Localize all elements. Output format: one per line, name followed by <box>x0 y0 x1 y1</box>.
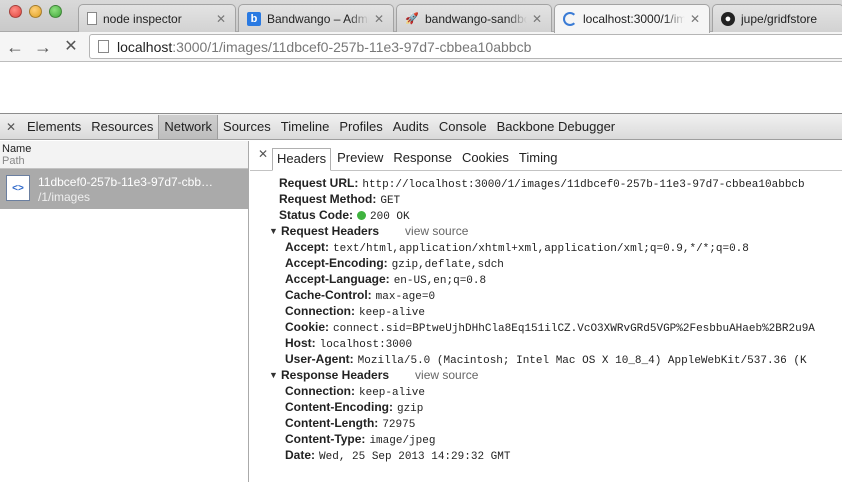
stop-loading-icon[interactable]: ✕ <box>61 37 81 57</box>
header-row: Connection: keep-alive <box>285 304 426 319</box>
page-icon <box>87 12 97 25</box>
request-list-header[interactable]: Name Path <box>0 141 248 169</box>
detail-tab-bar: ✕ Headers Preview Response Cookies Timin… <box>250 141 842 171</box>
devtools-tab-resources[interactable]: Resources <box>86 115 158 139</box>
header-row: Content-Length: 72975 <box>285 416 416 431</box>
column-header-name[interactable]: Name <box>2 143 248 155</box>
close-devtools-icon[interactable]: ✕ <box>0 120 22 134</box>
devtools-tab-elements[interactable]: Elements <box>22 115 86 139</box>
column-header-path: Path <box>2 155 25 167</box>
window-zoom-button[interactable] <box>49 5 62 18</box>
headers-content: Request URL: http://localhost:3000/1/imag… <box>250 171 842 463</box>
header-row: Date: Wed, 25 Sep 2013 14:29:32 GMT <box>285 448 511 463</box>
detail-tab-timing[interactable]: Timing <box>515 148 562 170</box>
page-icon <box>98 40 109 53</box>
browser-tab-bandwango-sandbox[interactable]: 🚀 bandwango-sandbox ✕ <box>396 4 552 32</box>
header-row: Content-Type: image/jpeg <box>285 432 436 447</box>
devtools-tab-audits[interactable]: Audits <box>388 115 434 139</box>
view-source-link[interactable]: view source <box>405 223 468 239</box>
devtools-tab-sources[interactable]: Sources <box>218 115 276 139</box>
header-row: Host: localhost:3000 <box>285 336 413 351</box>
detail-tab-headers[interactable]: Headers <box>272 148 332 171</box>
response-headers-section[interactable]: ▼ Response Headers view source <box>250 367 842 383</box>
tab-title: node inspector <box>103 11 182 26</box>
header-row: User-Agent: Mozilla/5.0 (Macintosh; Intel… <box>285 352 807 367</box>
header-row: Cookie: connect.sid=BPtweUjhDHhCla8Eq151i… <box>285 320 815 335</box>
browser-tab-localhost[interactable]: localhost:3000/1/images ✕ <box>554 4 710 33</box>
status-ok-icon <box>357 211 367 220</box>
devtools-tab-console[interactable]: Console <box>434 115 492 139</box>
disclosure-triangle-icon[interactable]: ▼ <box>269 223 281 239</box>
network-request-list: Name Path <> 11dbcef0-257b-11e3-97d7-cbb… <box>0 141 249 482</box>
request-detail-pane: ✕ Headers Preview Response Cookies Timin… <box>250 141 842 482</box>
window-close-button[interactable] <box>9 5 22 18</box>
forward-arrow-icon[interactable]: → <box>33 37 53 57</box>
header-row: Connection: keep-alive <box>285 384 426 399</box>
github-icon: ● <box>721 11 735 26</box>
request-path: /1/images <box>38 190 91 204</box>
tab-title: Bandwango – Admin <box>267 11 369 26</box>
browser-tab-strip: node inspector ✕ b Bandwango – Admin ✕ 🚀… <box>0 0 842 33</box>
rocket-icon: 🚀 <box>405 13 419 25</box>
header-row: Content-Encoding: gzip <box>285 400 424 415</box>
detail-tab-preview[interactable]: Preview <box>333 148 387 170</box>
devtools-tab-timeline[interactable]: Timeline <box>276 115 335 139</box>
header-row: Cache-Control: max-age=0 <box>285 288 436 303</box>
tab-close-icon[interactable]: ✕ <box>531 12 543 26</box>
devtools-tab-network[interactable]: Network <box>158 114 219 139</box>
window-minimize-button[interactable] <box>29 5 42 18</box>
html-document-icon: <> <box>6 175 30 201</box>
b-logo-icon: b <box>247 11 261 26</box>
url-text: localhost:3000/1/images/11dbcef0-257b-11… <box>117 38 532 55</box>
request-url-row: Request URL: http://localhost:3000/1/imag… <box>279 176 805 191</box>
disclosure-triangle-icon[interactable]: ▼ <box>269 367 281 383</box>
request-method-row: Request Method: GET <box>279 192 401 207</box>
tab-title: localhost:3000/1/images <box>583 12 685 26</box>
browser-tab-bandwango-admin[interactable]: b Bandwango – Admin ✕ <box>238 4 394 32</box>
view-source-link[interactable]: view source <box>415 367 478 383</box>
header-row: Accept-Language: en-US,en;q=0.8 <box>285 272 487 287</box>
request-row[interactable]: <> 11dbcef0-257b-11e3-97d7-cbb… /1/image… <box>0 169 248 209</box>
devtools-tab-profiles[interactable]: Profiles <box>334 115 387 139</box>
header-row: Accept: text/html,application/xhtml+xml,a… <box>285 240 749 255</box>
request-name: 11dbcef0-257b-11e3-97d7-cbb… <box>38 175 214 189</box>
devtools-toolbar: ✕ Elements Resources Network Sources Tim… <box>0 114 842 140</box>
back-arrow-icon[interactable]: ← <box>5 37 25 57</box>
status-code-row: Status Code: 200 OK <box>279 208 410 223</box>
browser-tab-node-inspector[interactable]: node inspector ✕ <box>78 4 236 32</box>
tab-title: bandwango-sandbox <box>425 11 527 26</box>
tab-close-icon[interactable]: ✕ <box>215 12 227 26</box>
browser-toolbar: ← → ✕ localhost:3000/1/images/11dbcef0-2… <box>0 32 842 62</box>
request-headers-section[interactable]: ▼ Request Headers view source <box>250 223 842 239</box>
browser-tab-gridfstore[interactable]: ● jupe/gridfstore <box>712 4 842 32</box>
header-row: Accept-Encoding: gzip,deflate,sdch <box>285 256 504 271</box>
address-bar[interactable]: localhost:3000/1/images/11dbcef0-257b-11… <box>89 34 842 59</box>
tab-close-icon[interactable]: ✕ <box>689 12 701 26</box>
close-detail-icon[interactable]: ✕ <box>254 140 272 170</box>
loading-spinner-icon <box>563 12 577 26</box>
detail-tab-cookies[interactable]: Cookies <box>458 148 513 170</box>
tab-title: jupe/gridfstore <box>741 11 818 26</box>
detail-tab-response[interactable]: Response <box>389 148 456 170</box>
tab-close-icon[interactable]: ✕ <box>373 12 385 26</box>
devtools-tab-backbone-debugger[interactable]: Backbone Debugger <box>492 115 621 139</box>
devtools-panel: ✕ Elements Resources Network Sources Tim… <box>0 113 842 482</box>
